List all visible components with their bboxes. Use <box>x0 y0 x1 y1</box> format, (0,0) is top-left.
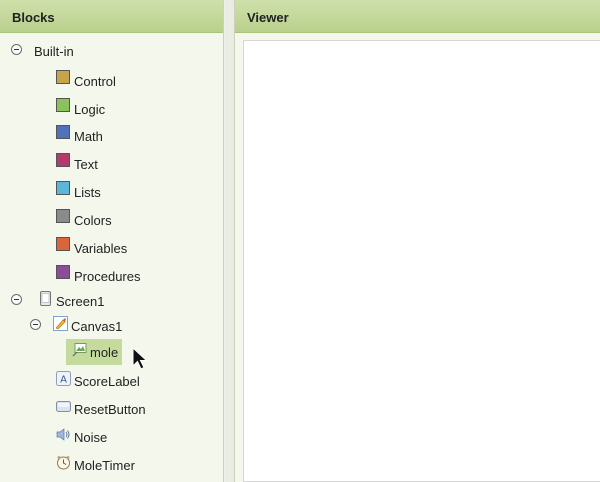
tree-item-label: Built-in <box>34 43 74 59</box>
variables-color-swatch <box>56 237 70 251</box>
tree-item-moletimer[interactable]: MoleTimer <box>56 454 135 476</box>
tree-item-noise[interactable]: Noise <box>56 426 107 448</box>
logic-color-swatch <box>56 98 70 112</box>
tree-item-scorelabel[interactable]: A ScoreLabel <box>56 370 140 392</box>
sound-icon <box>56 427 70 441</box>
colors-color-swatch <box>56 209 70 223</box>
tree-item-label: Screen1 <box>56 293 105 309</box>
builtin-item-math[interactable]: Math <box>56 125 103 147</box>
tree-item-label: Procedures <box>74 268 141 284</box>
tree-item-builtin[interactable]: Built-in <box>34 40 74 62</box>
tree-item-screen1[interactable]: Screen1 <box>38 290 104 312</box>
tree-item-label: Noise <box>74 429 108 445</box>
viewer-panel: Viewer <box>234 0 600 482</box>
procedures-color-swatch <box>56 265 70 279</box>
tree-item-label: Math <box>74 128 103 144</box>
tree-item-mole[interactable]: mole <box>72 341 118 363</box>
tree-item-label: Logic <box>74 101 106 117</box>
tree-item-label: Colors <box>74 212 112 228</box>
tree-item-label: Text <box>74 156 98 172</box>
blocks-workspace[interactable] <box>243 40 600 482</box>
tree-item-resetbutton[interactable]: ResetButton <box>56 398 146 420</box>
tree-item-canvas1[interactable]: Canvas1 <box>53 315 122 337</box>
collapse-canvas1-toggle[interactable] <box>30 319 41 330</box>
tree-item-label: ResetButton <box>74 401 146 417</box>
collapse-screen1-toggle[interactable] <box>11 294 22 305</box>
builtin-item-control[interactable]: Control <box>56 70 116 92</box>
tree-item-label: Control <box>74 73 116 89</box>
blocks-panel: Blocks Built-in Control Logic Math Text … <box>0 0 224 482</box>
tree-item-label: mole <box>90 344 119 360</box>
svg-text:A: A <box>60 374 67 385</box>
tree-item-label: MoleTimer <box>74 457 135 473</box>
tree-item-label: Variables <box>74 240 128 256</box>
mouse-pointer-icon <box>132 347 148 370</box>
builtin-item-logic[interactable]: Logic <box>56 98 105 120</box>
builtin-item-text[interactable]: Text <box>56 153 98 175</box>
builtin-item-variables[interactable]: Variables <box>56 237 127 259</box>
screen-icon <box>40 290 51 306</box>
tree-item-label: Canvas1 <box>71 318 123 334</box>
button-icon <box>56 400 71 412</box>
panel-divider[interactable] <box>225 0 234 482</box>
tree-item-label: Lists <box>74 184 101 200</box>
control-color-swatch <box>56 70 70 84</box>
blocks-panel-title: Blocks <box>0 0 223 33</box>
label-icon: A <box>56 370 71 386</box>
lists-color-swatch <box>56 181 70 195</box>
builtin-item-lists[interactable]: Lists <box>56 181 101 203</box>
builtin-item-colors[interactable]: Colors <box>56 209 112 231</box>
clock-icon <box>57 455 70 469</box>
text-color-swatch <box>56 153 70 167</box>
tree-item-label: ScoreLabel <box>74 373 140 389</box>
builtin-item-procedures[interactable]: Procedures <box>56 265 140 287</box>
viewer-panel-title: Viewer <box>235 0 600 33</box>
canvas-icon <box>53 315 68 331</box>
image-sprite-icon <box>72 342 87 356</box>
math-color-swatch <box>56 125 70 139</box>
collapse-builtin-toggle[interactable] <box>11 44 22 55</box>
